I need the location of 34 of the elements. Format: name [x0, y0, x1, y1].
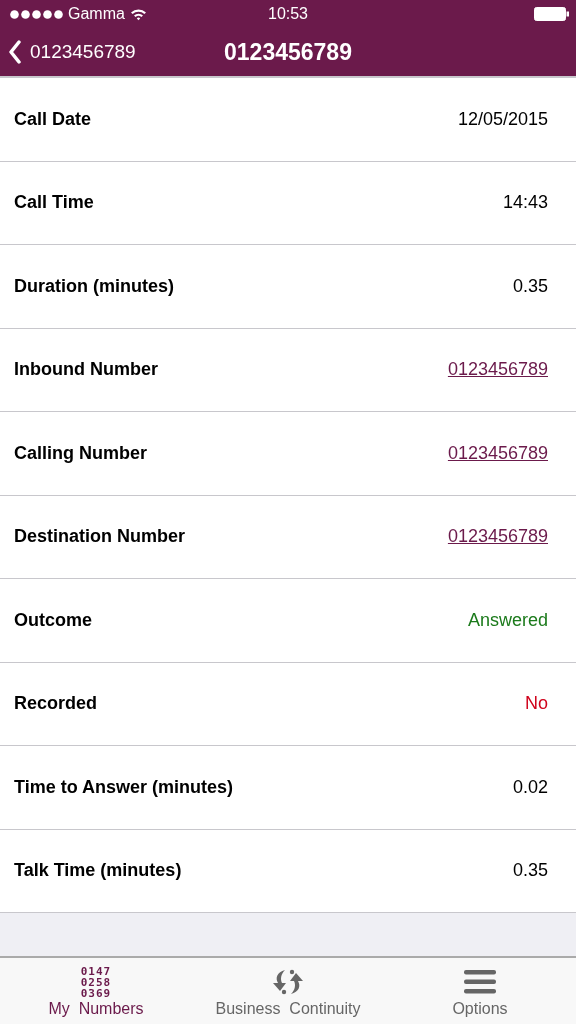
field-value: 0.35 [512, 860, 548, 882]
field-label: Inbound Number [14, 359, 158, 381]
nav-title: 0123456789 [224, 38, 352, 66]
back-button[interactable]: 0123456789 [0, 40, 136, 64]
number-grid-icon: 0147 0258 0369 [80, 965, 112, 999]
signal-icon [10, 9, 63, 19]
field-value: No [525, 693, 548, 715]
field-label: Call Date [14, 108, 92, 130]
wifi-icon [129, 7, 147, 21]
field-label: Outcome [14, 609, 92, 631]
field-label: Calling Number [14, 442, 147, 464]
field-value: 0.35 [512, 275, 548, 297]
carrier-name: Gamma [68, 5, 125, 23]
menu-icon [464, 968, 496, 996]
tab[interactable]: 0147 0258 0369 My Numbers [0, 958, 192, 1024]
field-value: 0.02 [512, 776, 548, 798]
field-value: 12/05/2015 [457, 108, 548, 130]
field-value: Answered [467, 609, 548, 631]
swap-arrows-icon [271, 968, 305, 996]
tab[interactable]: Business Continuity [192, 958, 384, 1024]
clock: 10:53 [268, 5, 308, 23]
field-value: 14:43 [502, 192, 548, 214]
field-label: Recorded [14, 693, 98, 715]
back-chevron-icon [8, 40, 22, 64]
field-label: Time to Answer (minutes) [14, 776, 234, 798]
phone-link[interactable]: 0123456789 [447, 526, 548, 548]
field-label: Destination Number [14, 526, 186, 548]
phone-link[interactable]: 0123456789 [447, 442, 548, 464]
field-label: Talk Time (minutes) [14, 860, 182, 882]
tab[interactable]: Options [384, 958, 576, 1024]
field-label: Duration (minutes) [14, 275, 174, 297]
battery-icon [534, 7, 570, 21]
phone-link[interactable]: 0123456789 [447, 359, 548, 381]
field-label: Call Time [14, 192, 94, 214]
